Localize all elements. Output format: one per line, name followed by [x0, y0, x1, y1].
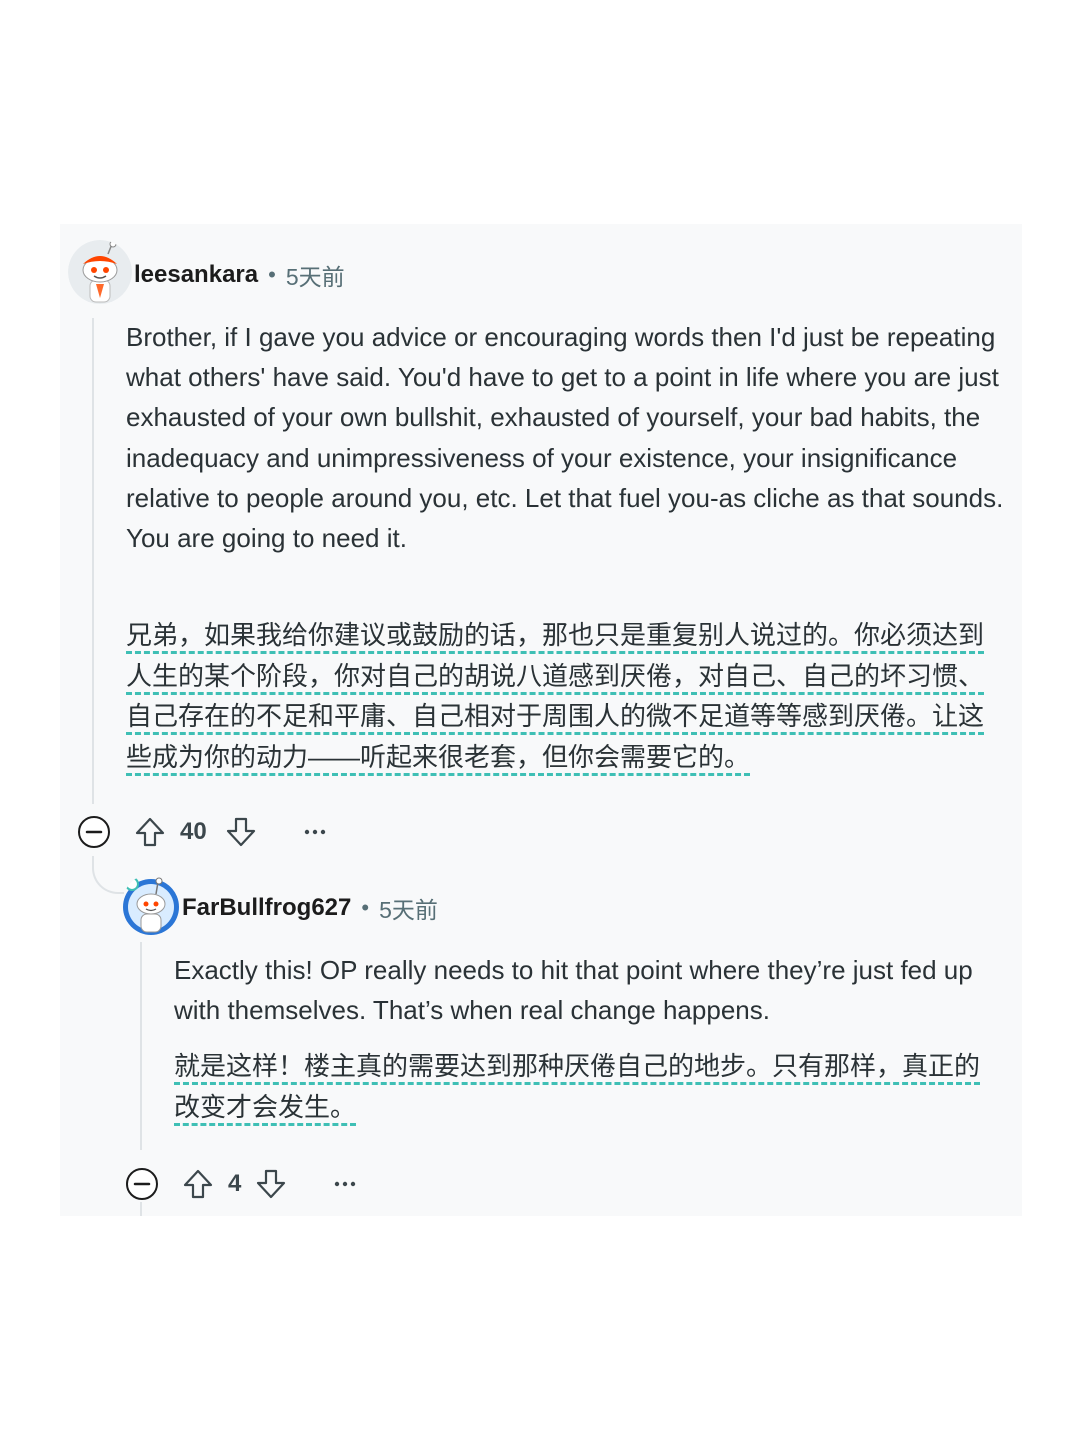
vote-count: 40 — [180, 818, 207, 845]
comment-thread-card: leesankara • 5天前 Brother, if I gave you … — [60, 224, 1022, 1216]
upvote-arrow-icon[interactable] — [180, 1166, 216, 1202]
downvote-arrow-icon[interactable] — [253, 1166, 289, 1202]
separator-dot: • — [268, 262, 276, 287]
timestamp[interactable]: 5天前 — [286, 258, 345, 292]
downvote-arrow-icon[interactable] — [223, 814, 259, 850]
snoo-avatar-icon — [123, 877, 179, 935]
collapse-minus-icon[interactable] — [76, 814, 112, 850]
username[interactable]: leesankara — [134, 261, 258, 289]
collapse-minus-icon[interactable] — [124, 1166, 160, 1202]
comment-body: Brother, if I gave you advice or encoura… — [126, 322, 1004, 554]
comment-translation: 兄弟，如果我给你建议或鼓励的话，那也只是重复别人说过的。你必须达到人生的某个阶段… — [126, 615, 1006, 777]
comment-meta: FarBullfrog627 • 5天前 — [182, 891, 438, 925]
username[interactable]: FarBullfrog627 — [182, 894, 351, 922]
thread-line-continuation — [140, 1202, 142, 1216]
separator-dot: • — [361, 895, 370, 920]
thread-connector — [92, 856, 124, 894]
comment-actions: 4 — [124, 1166, 363, 1202]
more-dots-icon[interactable] — [327, 1166, 363, 1202]
comment-body: Exactly this! OP really needs to hit tha… — [174, 955, 973, 1026]
timestamp[interactable]: 5天前 — [379, 891, 438, 925]
snoo-avatar-icon — [68, 240, 132, 304]
avatar[interactable] — [122, 874, 180, 936]
translation-text: 兄弟，如果我给你建议或鼓励的话，那也只是重复别人说过的。你必须达到人生的某个阶段… — [126, 620, 985, 772]
upvote-arrow-icon[interactable] — [132, 814, 168, 850]
reply-thread-line[interactable] — [140, 942, 142, 1150]
vote-count: 4 — [228, 1170, 242, 1197]
avatar[interactable] — [68, 240, 132, 304]
more-dots-icon[interactable] — [297, 814, 333, 850]
comment-meta: leesankara • 5天前 — [134, 258, 345, 292]
comment-actions: 40 — [76, 814, 333, 850]
thread-line[interactable] — [92, 318, 94, 804]
comment-translation: 就是这样！楼主真的需要达到那种厌倦自己的地步。只有那样，真正的改变才会发生。 — [174, 1046, 1004, 1127]
translation-text: 就是这样！楼主真的需要达到那种厌倦自己的地步。只有那样，真正的改变才会发生。 — [174, 1051, 981, 1122]
